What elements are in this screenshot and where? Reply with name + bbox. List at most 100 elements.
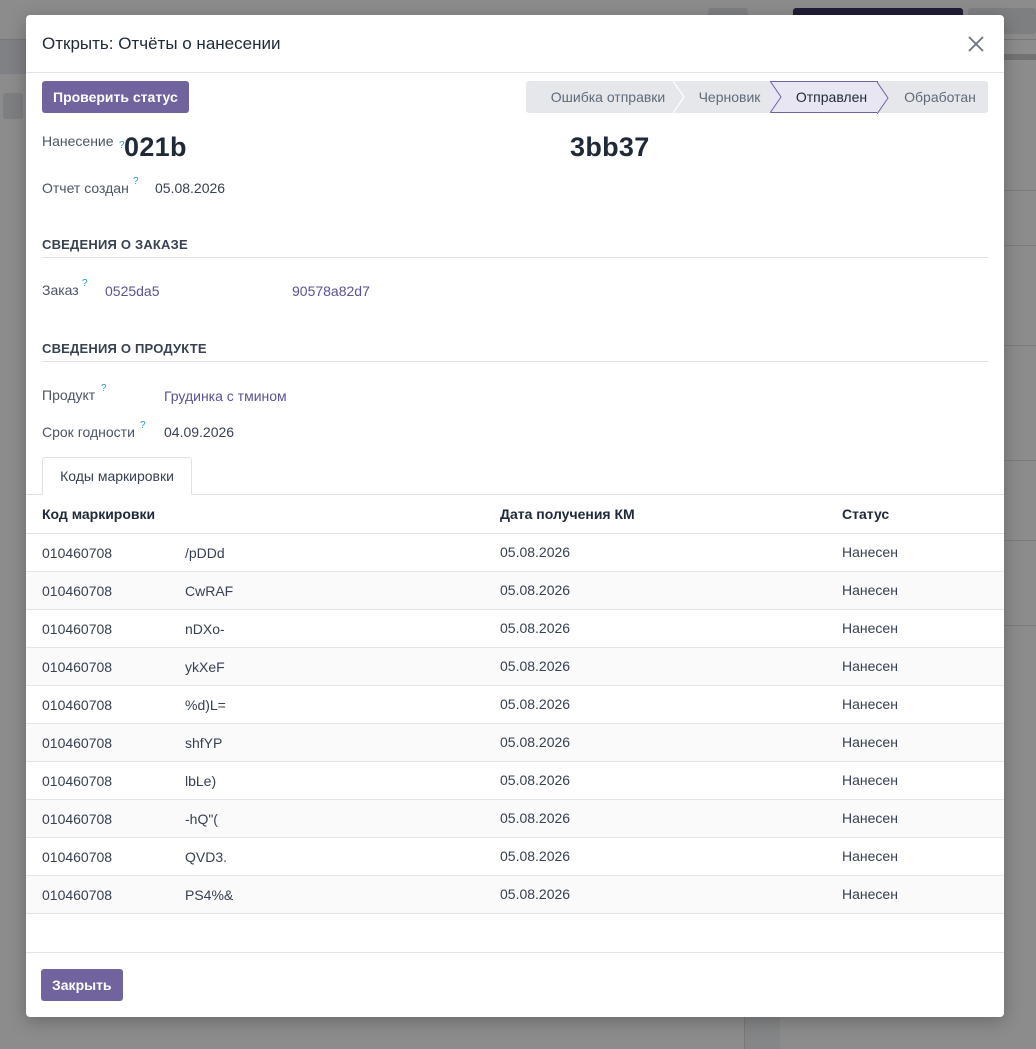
expiry-label: Срок годности xyxy=(42,424,135,440)
code-end: /pDDd xyxy=(185,544,225,561)
date-cell: 05.08.2026 xyxy=(484,799,826,838)
order-link-end[interactable]: 90578a82d7 xyxy=(292,283,370,299)
code-start: 010460708 xyxy=(42,810,113,827)
code-cell: 010460708 CwRAF xyxy=(26,571,484,610)
code-cell: 010460708 %d)L= xyxy=(26,685,484,724)
check-status-button[interactable]: Проверить статус xyxy=(42,81,189,113)
table-row[interactable]: 010460708 nDXo- 05.08.2026 Нанесен xyxy=(26,609,1004,648)
status-cell: Нанесен xyxy=(826,533,1004,572)
status-cell: Нанесен xyxy=(826,647,1004,686)
help-icon[interactable]: ? xyxy=(101,383,107,394)
help-icon[interactable]: ? xyxy=(133,176,139,187)
status-bar: Проверить статус Ошибка отправки Чернови… xyxy=(26,73,1004,125)
chevron-separator xyxy=(770,81,782,113)
code-start: 010460708 xyxy=(42,582,113,599)
report-dialog: Открыть: Отчёты о нанесении Проверить ст… xyxy=(26,15,1004,1017)
table-row[interactable]: 010460708 CwRAF 05.08.2026 Нанесен xyxy=(26,571,1004,610)
code-start: 010460708 xyxy=(42,886,113,903)
code-start: 010460708 xyxy=(42,544,113,561)
code-end: CwRAF xyxy=(185,582,234,599)
code-end: nDXo- xyxy=(185,620,225,637)
code-start: 010460708 xyxy=(42,848,113,865)
table-row[interactable]: 010460708 -hQ"(05.08.2026 Нанесен xyxy=(26,799,1004,838)
code-end: QVD3. xyxy=(185,848,228,865)
status-cell: Нанесен xyxy=(826,761,1004,800)
tab-marking-codes[interactable]: Коды маркировки xyxy=(42,457,192,495)
code-cell: 010460708 QVD3. xyxy=(26,837,484,876)
date-cell: 05.08.2026 xyxy=(484,723,826,762)
product-link[interactable]: Грудинка с тмином xyxy=(164,388,287,404)
code-cell: 010460708 lbLe) xyxy=(26,761,484,800)
date-cell: 05.08.2026 xyxy=(484,837,826,876)
product-label: Продукт xyxy=(42,387,96,403)
code-cell: 010460708 ykXeF xyxy=(26,647,484,686)
report-created-label: Отчет создан xyxy=(42,180,129,196)
stage-send-error[interactable]: Ошибка отправки xyxy=(526,81,685,113)
expiry-value: 04.09.2026 xyxy=(164,424,235,440)
table-header-row: Код маркировки Дата получения КМ Статус xyxy=(26,495,1004,534)
code-start: 010460708 xyxy=(42,658,113,675)
status-cell: Нанесен xyxy=(826,837,1004,876)
report-created-field: Отчет создан xyxy=(42,180,129,196)
stage-pipeline: Ошибка отправки Черновик Отправлен Обраб… xyxy=(526,81,988,114)
status-cell: Нанесен xyxy=(826,609,1004,648)
date-cell: 05.08.2026 xyxy=(484,609,826,648)
code-cell: 010460708/pDDd xyxy=(26,533,484,572)
table-row[interactable]: 010460708 QVD3. 05.08.2026 Нанесен xyxy=(26,837,1004,876)
status-cell: Нанесен xyxy=(826,875,1004,914)
marking-codes-table: Код маркировки Дата получения КМ Статус … xyxy=(26,495,1004,914)
code-end: shfYP xyxy=(185,734,223,751)
column-header-code[interactable]: Код маркировки xyxy=(26,495,484,534)
application-field: Нанесение xyxy=(42,133,114,149)
code-end: lbLe) xyxy=(185,772,217,789)
date-cell: 05.08.2026 xyxy=(484,647,826,686)
date-cell: 05.08.2026 xyxy=(484,875,826,914)
stage-sent[interactable]: Отправлен xyxy=(771,81,889,114)
code-cell: 010460708 nDXo- xyxy=(26,609,484,648)
code-end: ykXeF xyxy=(185,658,225,675)
dialog-footer: Закрыть xyxy=(26,952,1004,1017)
code-end: %d)L= xyxy=(185,696,226,713)
table-row[interactable]: 010460708 shfYP 05.08.2026 Нанесен xyxy=(26,723,1004,762)
stage-draft[interactable]: Черновик xyxy=(674,81,782,113)
table-row[interactable]: 010460708 PS4%& 05.08.2026 Нанесен xyxy=(26,875,1004,914)
chevron-separator xyxy=(877,82,889,114)
close-button[interactable]: Закрыть xyxy=(41,969,123,1001)
table-row[interactable]: 010460708/pDDd 05.08.2026 Нанесен xyxy=(26,533,1004,572)
column-header-date[interactable]: Дата получения КМ xyxy=(484,495,826,534)
code-cell: 010460708 -hQ"( xyxy=(26,799,484,838)
date-cell: 05.08.2026 xyxy=(484,533,826,572)
code-cell: 010460708 shfYP xyxy=(26,723,484,762)
table-row[interactable]: 010460708 ykXeF 05.08.2026 Нанесен xyxy=(26,647,1004,686)
date-cell: 05.08.2026 xyxy=(484,571,826,610)
stage-processed[interactable]: Обработан xyxy=(878,81,988,113)
status-cell: Нанесен xyxy=(826,685,1004,724)
dialog-header: Открыть: Отчёты о нанесении xyxy=(26,15,1004,73)
order-link-start[interactable]: 0525da5 xyxy=(105,283,160,299)
code-start: 010460708 xyxy=(42,734,113,751)
chevron-separator xyxy=(673,81,685,113)
application-label: Нанесение xyxy=(42,133,114,149)
help-icon[interactable]: ? xyxy=(140,420,146,431)
date-cell: 05.08.2026 xyxy=(484,685,826,724)
dialog-title: Открыть: Отчёты о нанесении xyxy=(42,33,281,53)
stage-label: Черновик xyxy=(698,89,761,105)
status-cell: Нанесен xyxy=(826,571,1004,610)
date-cell: 05.08.2026 xyxy=(484,761,826,800)
stage-label: Ошибка отправки xyxy=(550,89,666,105)
stage-label: Обработан xyxy=(904,89,976,105)
code-start: 010460708 xyxy=(42,620,113,637)
code-cell: 010460708 PS4%& xyxy=(26,875,484,914)
code-start: 010460708 xyxy=(42,696,113,713)
report-created-value: 05.08.2026 xyxy=(155,180,226,196)
help-icon[interactable]: ? xyxy=(82,278,88,289)
code-end: -hQ"( xyxy=(185,810,218,827)
close-icon[interactable] xyxy=(964,32,988,56)
table-row[interactable]: 010460708 lbLe) 05.08.2026 Нанесен xyxy=(26,761,1004,800)
code-start: 010460708 xyxy=(42,772,113,789)
table-row[interactable]: 010460708 %d)L= 05.08.2026 Нанесен xyxy=(26,685,1004,724)
product-section-title: СВЕДЕНИЯ О ПРОДУКТЕ xyxy=(42,341,988,362)
code-end: PS4%& xyxy=(185,886,234,903)
column-header-status[interactable]: Статус xyxy=(826,495,1004,534)
stage-label: Отправлен xyxy=(795,89,868,105)
